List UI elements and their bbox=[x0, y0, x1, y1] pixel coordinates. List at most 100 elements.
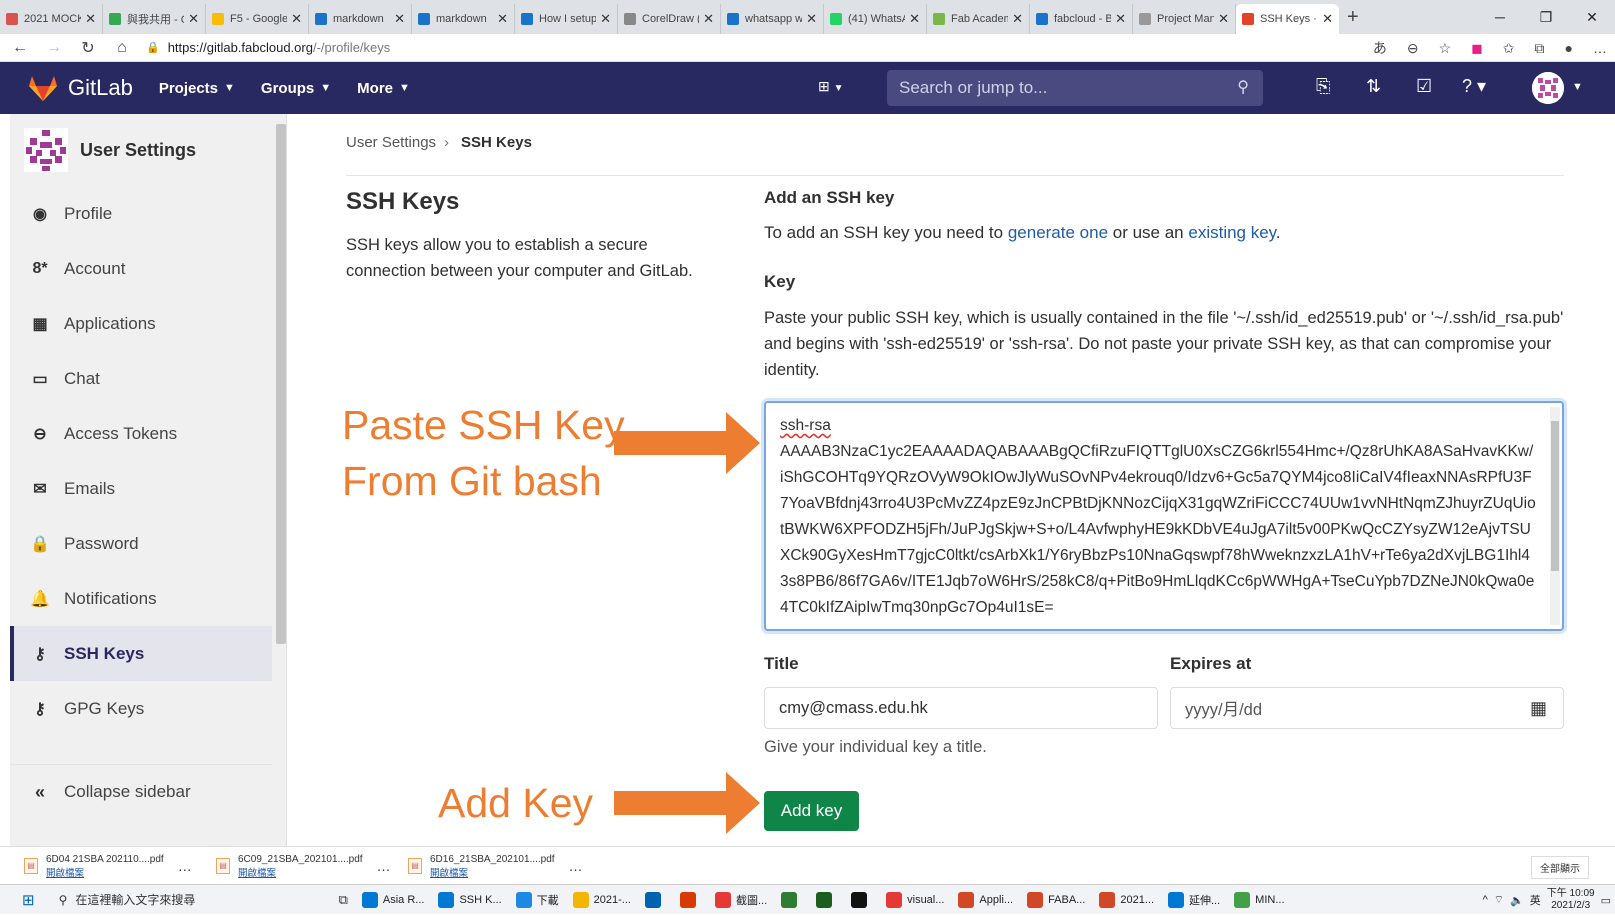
restore-icon[interactable]: ❐ bbox=[1523, 9, 1569, 26]
close-tab-icon[interactable]: ✕ bbox=[188, 11, 199, 27]
browser-tab[interactable]: F5 - Google ✕ bbox=[206, 4, 309, 34]
forward-icon[interactable]: → bbox=[40, 39, 68, 57]
todos-icon[interactable]: ☑ bbox=[1416, 76, 1432, 97]
nav-projects[interactable]: Projects ▼ bbox=[159, 80, 235, 97]
ssh-key-textarea[interactable]: ssh-rsa AAAAB3NzaC1yc2EAAAADAQABAAABgQCf… bbox=[764, 401, 1564, 631]
close-tab-icon[interactable]: ✕ bbox=[806, 11, 817, 27]
url-field[interactable]: 🔒 https://gitlab.fabcloud.org/-/profile/… bbox=[146, 36, 1246, 60]
taskbar-app[interactable]: 2021... bbox=[1099, 891, 1154, 908]
expires-at-input[interactable]: yyyy/月/dd ▦ bbox=[1170, 687, 1564, 729]
clock[interactable]: 下午 10:09 2021/2/3 bbox=[1547, 888, 1595, 912]
taskbar-app[interactable]: SSH K... bbox=[438, 891, 502, 908]
profile-avatar-icon[interactable]: ● bbox=[1565, 40, 1573, 56]
search-input[interactable]: Search or jump to... ⚲ bbox=[887, 70, 1263, 106]
browser-tab[interactable]: CorelDraw (✕ bbox=[618, 4, 721, 34]
close-tab-icon[interactable]: ✕ bbox=[85, 11, 96, 27]
close-tab-icon[interactable]: ✕ bbox=[1322, 11, 1333, 27]
browser-tab[interactable]: SSH Keys · U ✕ bbox=[1236, 4, 1339, 34]
sidebar-item-gpg-keys[interactable]: ⚷ GPG Keys bbox=[10, 681, 272, 736]
show-all-downloads-button[interactable]: 全部顯示 bbox=[1531, 856, 1589, 879]
scrollbar-thumb[interactable] bbox=[1551, 421, 1559, 571]
browser-tab[interactable]: Fab Academ ✕ bbox=[927, 4, 1030, 34]
sidebar-item-account[interactable]: 8* Account bbox=[10, 241, 272, 296]
more-options-icon[interactable]: … bbox=[178, 858, 192, 874]
taskbar-app[interactable]: 截圖... bbox=[714, 891, 767, 908]
nav-more[interactable]: More ▼ bbox=[357, 80, 410, 97]
close-tab-icon[interactable]: ✕ bbox=[1218, 11, 1229, 27]
gitlab-logo[interactable]: GitLab bbox=[28, 74, 133, 102]
taskbar-app[interactable] bbox=[781, 891, 802, 908]
collections-icon[interactable]: ⧉ bbox=[1535, 40, 1545, 57]
sidebar-header[interactable]: User Settings bbox=[24, 128, 196, 172]
sidebar-item-emails[interactable]: ✉ Emails bbox=[10, 461, 272, 516]
sidebar-item-access-tokens[interactable]: ⊖ Access Tokens bbox=[10, 406, 272, 461]
reload-icon[interactable]: ↻ bbox=[74, 38, 102, 58]
favorites-icon[interactable]: ✩ bbox=[1503, 40, 1515, 57]
browser-tab[interactable]: 2021 MOCK ✕ bbox=[0, 4, 103, 34]
windows-start-icon[interactable]: ⊞ bbox=[22, 891, 35, 909]
close-tab-icon[interactable]: ✕ bbox=[703, 11, 714, 27]
close-tab-icon[interactable]: ✕ bbox=[600, 11, 611, 27]
collapse-sidebar-button[interactable]: « Collapse sidebar bbox=[10, 764, 272, 819]
more-options-icon[interactable]: … bbox=[569, 858, 583, 874]
nav-groups[interactable]: Groups ▼ bbox=[261, 80, 331, 97]
breadcrumb-user-settings[interactable]: User Settings bbox=[346, 134, 436, 151]
home-icon[interactable]: ⌂ bbox=[108, 39, 136, 57]
close-tab-icon[interactable]: ✕ bbox=[909, 11, 920, 27]
taskbar-app[interactable]: Appli... bbox=[958, 891, 1013, 908]
chevron-down-icon[interactable]: ▼ bbox=[1572, 81, 1583, 93]
title-input[interactable]: cmy@cmass.edu.hk bbox=[764, 687, 1158, 729]
download-item[interactable]: ▤ 6D04 21SBA 202110....pdf 開啟檔案… bbox=[24, 851, 192, 881]
close-tab-icon[interactable]: ✕ bbox=[1012, 11, 1023, 27]
close-tab-icon[interactable]: ✕ bbox=[394, 11, 405, 27]
sidebar-item-password[interactable]: 🔒 Password bbox=[10, 516, 272, 571]
notification-icon[interactable]: ▭ bbox=[1601, 894, 1611, 907]
taskbar-app[interactable] bbox=[679, 891, 701, 908]
zoom-icon[interactable]: ⊖ bbox=[1407, 40, 1419, 57]
close-tab-icon[interactable]: ✕ bbox=[1115, 11, 1126, 27]
sidebar-item-applications[interactable]: ▦ Applications bbox=[10, 296, 272, 351]
breadcrumb-ssh-keys[interactable]: SSH Keys bbox=[461, 134, 532, 151]
close-tab-icon[interactable]: ✕ bbox=[497, 11, 508, 27]
task-view-icon[interactable]: ⧉ bbox=[339, 892, 348, 908]
calendar-icon[interactable]: ▦ bbox=[1530, 698, 1547, 719]
favorite-star-icon[interactable]: ☆ bbox=[1439, 40, 1452, 57]
new-tab-icon[interactable]: + bbox=[1347, 6, 1359, 29]
back-icon[interactable]: ← bbox=[6, 39, 34, 57]
taskbar-app[interactable]: FABA... bbox=[1027, 891, 1085, 908]
taskbar-app[interactable] bbox=[851, 891, 872, 908]
taskbar-app[interactable]: 延伸... bbox=[1168, 891, 1220, 908]
open-file-link[interactable]: 開啟檔案 bbox=[46, 865, 164, 879]
browser-tab[interactable]: markdown ✕ bbox=[412, 4, 515, 34]
taskbar-app[interactable]: Asia R... bbox=[361, 891, 424, 908]
taskbar-search[interactable]: ⚲ 在這裡輸入文字來搜尋 bbox=[59, 891, 329, 908]
issues-icon[interactable]: ⎘ bbox=[1316, 76, 1330, 97]
sidebar-item-ssh-keys[interactable]: ⚷ SSH Keys bbox=[10, 626, 272, 681]
browser-tab[interactable]: Project Man ✕ bbox=[1133, 4, 1236, 34]
download-item[interactable]: ▤ 6C09_21SBA_202101....pdf 開啟檔案… bbox=[216, 851, 391, 881]
browser-tab[interactable]: 與我共用 - G ✕ bbox=[103, 4, 206, 34]
close-tab-icon[interactable]: ✕ bbox=[291, 11, 302, 27]
network-icon[interactable]: ⌔ bbox=[1494, 893, 1504, 907]
add-key-button[interactable]: Add key bbox=[764, 791, 859, 831]
open-file-link[interactable]: 開啟檔案 bbox=[430, 865, 555, 879]
translate-icon[interactable]: あ bbox=[1373, 38, 1387, 58]
open-file-link[interactable]: 開啟檔案 bbox=[238, 865, 363, 879]
more-menu-icon[interactable]: … bbox=[1593, 40, 1607, 56]
sidebar-item-profile[interactable]: ◉ Profile bbox=[10, 186, 272, 241]
browser-tab[interactable]: How I setup ✕ bbox=[515, 4, 618, 34]
browser-tab[interactable]: whatsapp w ✕ bbox=[721, 4, 824, 34]
taskbar-app[interactable] bbox=[644, 891, 666, 908]
taskbar-app[interactable]: 下載 bbox=[515, 891, 559, 908]
taskbar-app[interactable] bbox=[816, 891, 837, 908]
volume-icon[interactable]: 🔈 bbox=[1510, 894, 1524, 907]
existing-key-link[interactable]: existing key bbox=[1188, 223, 1276, 242]
minimize-icon[interactable]: ─ bbox=[1477, 9, 1523, 25]
user-avatar[interactable] bbox=[1532, 72, 1564, 104]
browser-tab[interactable]: (41) WhatsA ✕ bbox=[824, 4, 927, 34]
sidebar-item-chat[interactable]: ▭ Chat bbox=[10, 351, 272, 406]
generate-one-link[interactable]: generate one bbox=[1008, 223, 1108, 242]
tray-chevron-icon[interactable]: ^ bbox=[1483, 894, 1488, 906]
taskbar-app[interactable]: visual... bbox=[886, 891, 944, 908]
new-item-button[interactable]: ⊞ ▼ bbox=[818, 78, 844, 95]
